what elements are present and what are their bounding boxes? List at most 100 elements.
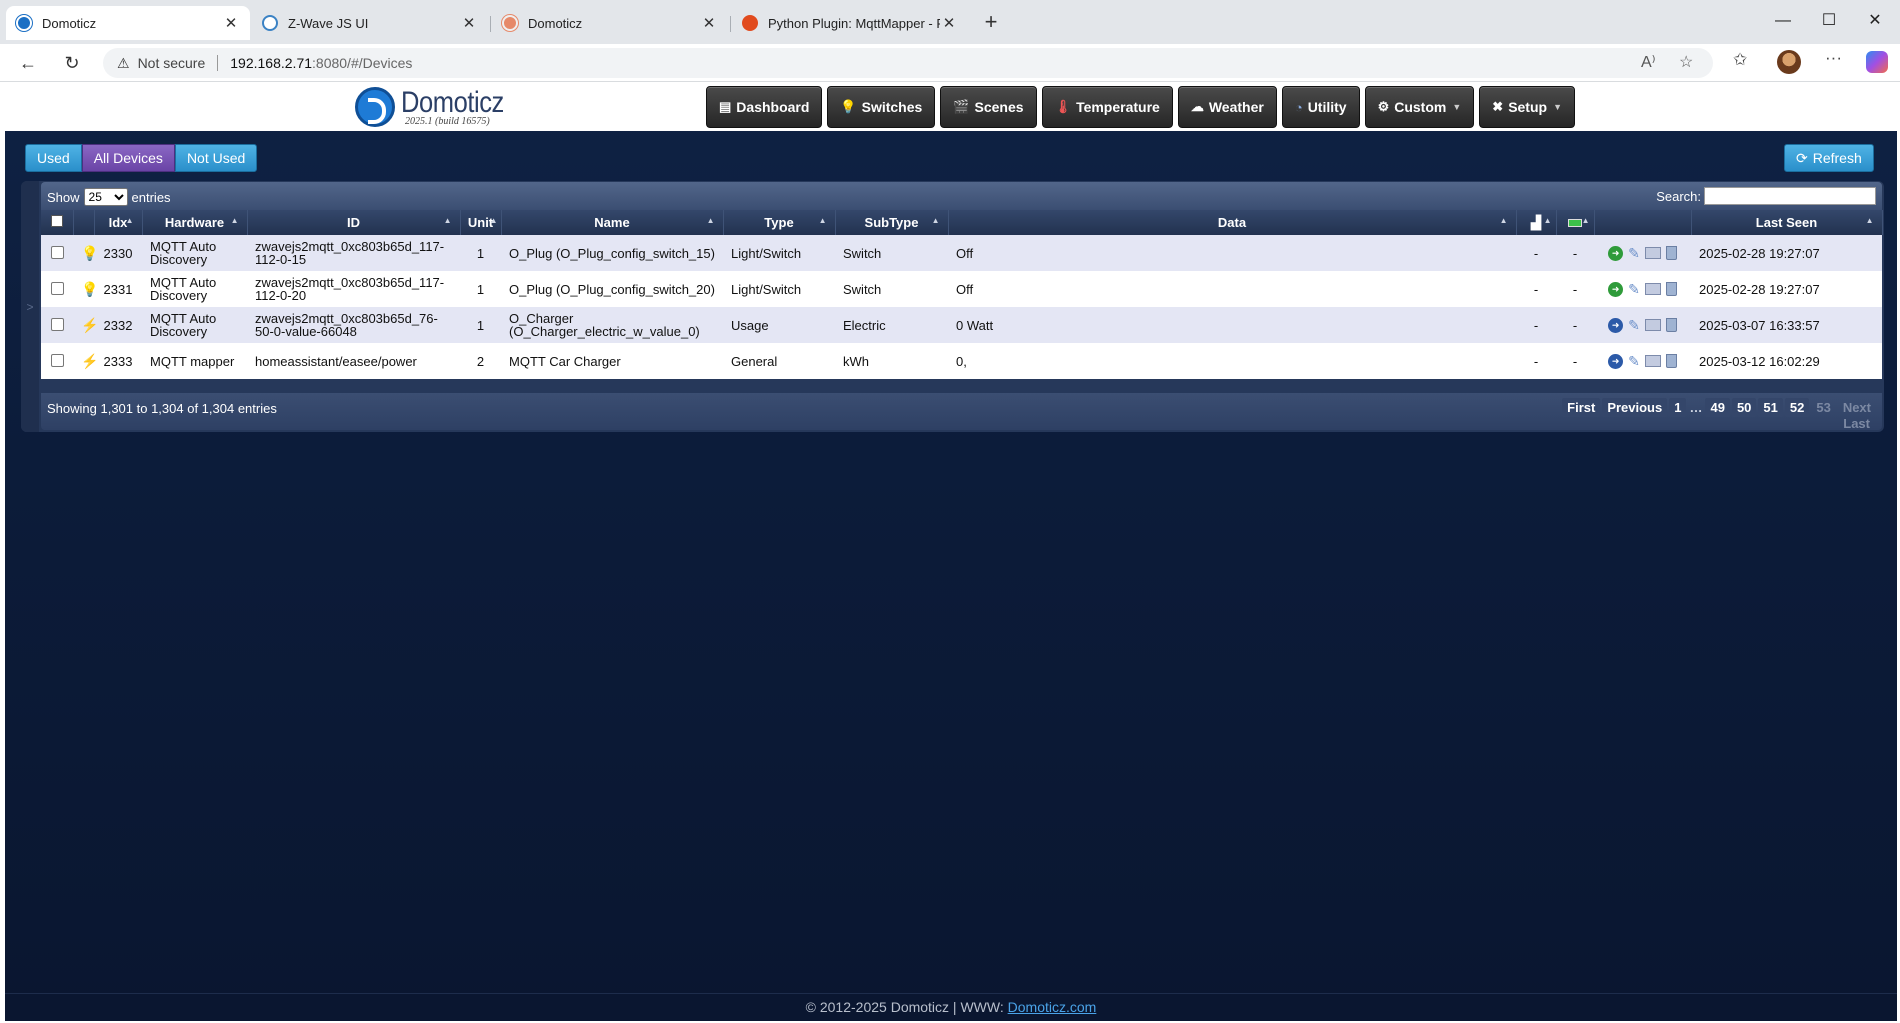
logo-text[interactable]: Domoticz [401, 86, 504, 120]
maximize-button[interactable]: ☐ [1809, 8, 1849, 34]
table-header-row: Idx ▲ Hardware ▲ ID ▲ Unit ▲ Name ▲ Type ▲ Sub… [41, 210, 1883, 235]
nav-custom[interactable]: ⚙ Custom ▼ [1364, 86, 1475, 128]
tab-title: Domoticz [528, 15, 583, 31]
browser-tab-domoticz-2[interactable]: Domoticz ✕ [492, 6, 728, 40]
panel-expand-handle[interactable]: > [21, 181, 39, 432]
row-checkbox[interactable] [50, 353, 64, 367]
cell-id: zwavejs2mqtt_0xc803b65d_76-50-0-value-66… [247, 307, 460, 343]
copilot-icon[interactable] [1866, 51, 1888, 73]
row-checkbox[interactable] [50, 281, 64, 295]
profile-avatar[interactable] [1777, 50, 1801, 74]
nav-label: Dashboard [736, 99, 810, 115]
edit-icon[interactable]: ✎ [1628, 246, 1640, 260]
add-device-icon[interactable]: ➜ [1608, 281, 1624, 297]
footer-link[interactable]: Domoticz.com [1008, 999, 1097, 1015]
log-icon[interactable] [1644, 247, 1661, 259]
nav-switches[interactable]: 💡 Switches [827, 86, 936, 128]
log-icon[interactable] [1644, 319, 1661, 331]
close-icon[interactable]: ✕ [700, 14, 718, 32]
page-viewport: Domoticz 2025.1 (build 16575) ▤ Dashboard… [5, 83, 1897, 1021]
edit-icon[interactable]: ✎ [1628, 282, 1640, 296]
pager-page[interactable]: 51 [1758, 398, 1783, 417]
column-hardware[interactable]: Hardware ▲ [142, 210, 248, 235]
back-button[interactable]: ← [14, 50, 42, 76]
edit-icon[interactable]: ✎ [1628, 318, 1640, 332]
remove-device-icon[interactable]: ➜ [1608, 353, 1624, 369]
add-device-icon[interactable]: ➜ [1608, 245, 1624, 261]
cell-last-seen: 2025-02-28 19:27:07 [1691, 235, 1882, 271]
url-host: 192.168.2.71 [230, 55, 313, 71]
nav-scenes[interactable]: 🎬 Scenes [940, 86, 1037, 128]
pager-page[interactable]: 1 [1669, 398, 1687, 417]
favorite-star-icon[interactable]: ☆ [1679, 52, 1693, 72]
column-unit[interactable]: Unit ▲ [460, 210, 502, 235]
sort-icon: ▲ [1865, 216, 1874, 225]
reload-button[interactable]: ↻ [58, 50, 86, 76]
column-subtype[interactable]: SubType ▲ [835, 210, 949, 235]
column-name[interactable]: Name ▲ [501, 210, 724, 235]
cell-last-seen: 2025-03-07 16:33:57 [1691, 307, 1882, 343]
browser-tab-zwave[interactable]: Z-Wave JS UI ✕ [252, 6, 488, 40]
more-menu-icon[interactable]: ··· [1825, 48, 1842, 68]
domoticz-logo-icon[interactable] [355, 87, 395, 127]
browser-tab-python-plugin[interactable]: Python Plugin: MqttMapper - Pag ✕ [732, 6, 968, 40]
delete-icon[interactable] [1665, 354, 1677, 368]
warning-icon: ⚠ [117, 54, 130, 71]
log-icon[interactable] [1644, 355, 1661, 367]
nav-dashboard[interactable]: ▤ Dashboard [706, 86, 823, 128]
close-window-button[interactable]: ✕ [1855, 8, 1895, 34]
new-tab-button[interactable]: + [978, 8, 1004, 36]
minimize-button[interactable]: — [1763, 8, 1803, 34]
nav-utility[interactable]: ◔ Utility [1281, 86, 1360, 128]
battery-icon [1568, 219, 1582, 227]
column-id[interactable]: ID ▲ [247, 210, 461, 235]
column-label: Type [764, 215, 794, 230]
delete-icon[interactable] [1665, 318, 1677, 332]
select-all-header[interactable] [41, 210, 74, 235]
log-icon[interactable] [1644, 283, 1661, 295]
remove-device-icon[interactable]: ➜ [1608, 317, 1624, 333]
column-type[interactable]: Type ▲ [723, 210, 836, 235]
column-data[interactable]: Data ▲ [948, 210, 1517, 235]
cell-hardware: MQTT Auto Discovery [142, 307, 247, 343]
url-field[interactable]: ⚠ Not secure 192.168.2.71 :8080/#/Device… [103, 48, 1713, 78]
url-path: :8080/#/Devices [312, 55, 413, 71]
cell-subtype: Switch [835, 235, 948, 271]
search-input[interactable] [1704, 187, 1876, 205]
delete-icon[interactable] [1665, 246, 1677, 260]
page-size-select[interactable]: 25 [83, 188, 128, 206]
show-label: Show [47, 189, 80, 205]
pager-page[interactable]: 49 [1705, 398, 1730, 417]
nav-weather[interactable]: ☁ Weather [1177, 86, 1277, 128]
close-icon[interactable]: ✕ [222, 14, 240, 32]
favorites-icon[interactable]: ✩ [1733, 50, 1747, 70]
search-control: Search: [1656, 187, 1876, 205]
pager-first[interactable]: First [1562, 398, 1601, 417]
cell-hardware: MQTT Auto Discovery [142, 271, 247, 307]
column-idx[interactable]: Idx ▲ [94, 210, 143, 235]
pager-previous[interactable]: Previous [1602, 398, 1668, 417]
filter-not-used-button[interactable]: Not Used [174, 144, 258, 172]
column-last-seen[interactable]: Last Seen ▲ [1691, 210, 1883, 235]
row-checkbox[interactable] [50, 317, 64, 331]
nav-setup[interactable]: ✖ Setup ▼ [1479, 86, 1575, 128]
filter-used-button[interactable]: Used [25, 144, 82, 172]
nav-temperature[interactable]: 🌡 Temperature [1041, 86, 1173, 128]
row-checkbox[interactable] [50, 245, 64, 259]
scenes-icon: 🎬 [953, 99, 970, 114]
delete-icon[interactable] [1665, 282, 1677, 296]
read-aloud-icon[interactable]: A⁾ [1641, 52, 1656, 72]
column-battery[interactable]: ▲ [1556, 210, 1595, 235]
close-icon[interactable]: ✕ [460, 14, 478, 32]
pager-page[interactable]: 50 [1731, 398, 1757, 417]
refresh-button[interactable]: ⟳ Refresh [1784, 144, 1874, 172]
cell-unit: 1 [460, 271, 501, 307]
browser-tab-domoticz[interactable]: Domoticz ✕ [6, 6, 250, 40]
pager-page[interactable]: 52 [1784, 398, 1810, 417]
table-row: ⚡ 2333 MQTT mapper homeassistant/easee/p… [41, 343, 1882, 379]
column-signal[interactable]: ▟ ▲ [1516, 210, 1557, 235]
filter-all-devices-button[interactable]: All Devices [81, 144, 175, 172]
close-icon[interactable]: ✕ [940, 14, 958, 32]
select-all-checkbox[interactable] [50, 215, 63, 227]
edit-icon[interactable]: ✎ [1628, 354, 1640, 368]
